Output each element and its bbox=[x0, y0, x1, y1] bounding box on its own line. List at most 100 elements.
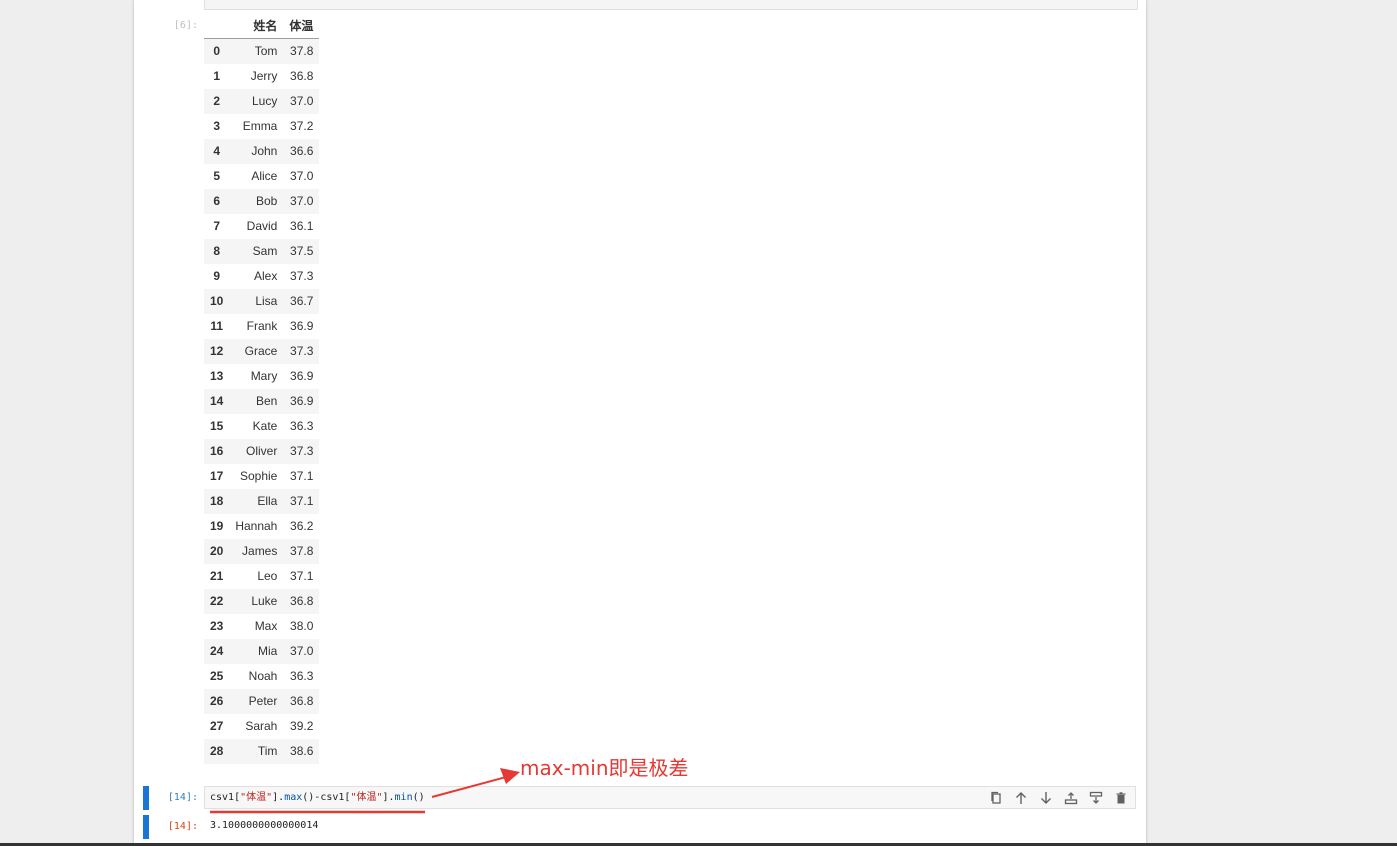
row-index: 23 bbox=[210, 619, 224, 633]
cell-name: Jerry bbox=[250, 69, 278, 83]
table-row: 21 Leo 37.1 bbox=[204, 564, 319, 589]
table-row: 25 Noah 36.3 bbox=[204, 664, 319, 689]
code-token: ]. bbox=[382, 792, 395, 803]
table-row: 9 Alex 37.3 bbox=[204, 264, 319, 289]
previous-code-input[interactable] bbox=[204, 0, 1138, 10]
annotation-label: max-min即是极差 bbox=[520, 756, 689, 780]
table-row: 3 Emma 37.2 bbox=[204, 114, 319, 139]
row-index: 22 bbox=[210, 594, 224, 608]
cell-name: John bbox=[251, 144, 278, 158]
row-index: 13 bbox=[210, 369, 224, 383]
cell-name: Lisa bbox=[255, 294, 278, 308]
table-row: 12 Grace 37.3 bbox=[204, 339, 320, 364]
table-row: 14 Ben 36.9 bbox=[204, 389, 320, 414]
move-down-icon bbox=[1040, 792, 1051, 804]
table-row: 24 Mia 37.0 bbox=[204, 639, 320, 664]
table-row: 1 Jerry 36.8 bbox=[204, 64, 319, 89]
code-token: ()-csv1[ bbox=[302, 792, 351, 803]
cell-temp: 37.3 bbox=[290, 444, 314, 458]
table-row: 4 John 36.6 bbox=[204, 139, 320, 164]
row-index: 7 bbox=[213, 219, 221, 233]
table-row: 7 David 36.1 bbox=[204, 214, 319, 239]
code-token: () bbox=[412, 792, 425, 803]
row-index: 26 bbox=[210, 694, 224, 708]
move-down-button[interactable] bbox=[1037, 790, 1054, 806]
code-method: min bbox=[394, 792, 413, 803]
output-prompt-6: [6]: bbox=[173, 20, 198, 31]
cell-name: Lucy bbox=[252, 94, 278, 108]
table-row: 11 Frank 36.9 bbox=[204, 314, 319, 339]
table-row: 8 Sam 37.5 bbox=[204, 239, 320, 264]
cell-temp: 36.2 bbox=[290, 519, 314, 533]
cell-temp: 37.0 bbox=[290, 194, 314, 208]
table-row: 22 Luke 36.8 bbox=[204, 589, 320, 614]
insert-below-icon bbox=[1089, 791, 1102, 804]
index-header bbox=[204, 15, 228, 39]
row-index: 20 bbox=[210, 544, 224, 558]
cell-name: Grace bbox=[244, 344, 278, 358]
cell-temp: 36.8 bbox=[290, 69, 314, 83]
table-header-row: 姓名 体温 bbox=[204, 15, 320, 39]
copy-cell-button[interactable] bbox=[987, 790, 1004, 806]
cell-temp: 39.2 bbox=[290, 719, 314, 733]
cell-temp: 38.0 bbox=[290, 619, 314, 633]
row-index: 18 bbox=[210, 494, 224, 508]
move-up-button[interactable] bbox=[1012, 790, 1029, 806]
delete-cell-button[interactable] bbox=[1112, 790, 1129, 806]
row-index: 3 bbox=[213, 119, 221, 133]
cell-name: Tim bbox=[257, 744, 278, 758]
insert-above-button[interactable] bbox=[1062, 790, 1079, 806]
code-editor[interactable]: csv1["体温"].max()-csv1["体温"].min() bbox=[204, 786, 1136, 809]
row-index: 1 bbox=[213, 69, 221, 83]
cell-temp: 37.1 bbox=[290, 494, 314, 508]
cell-name: Ella bbox=[257, 494, 278, 508]
cell-toolbar bbox=[987, 790, 1129, 806]
table-row: 0 Tom 37.8 bbox=[204, 38, 320, 64]
cell-temp: 36.7 bbox=[290, 294, 314, 308]
table-row: 27 Sarah 39.2 bbox=[204, 714, 319, 739]
output-value: 3.1000000000000014 bbox=[210, 820, 319, 831]
cell-temp: 36.3 bbox=[290, 669, 314, 683]
row-index: 24 bbox=[210, 644, 224, 658]
cell-name: Sophie bbox=[239, 469, 278, 483]
cell-temp: 37.0 bbox=[290, 644, 314, 658]
row-index: 15 bbox=[210, 419, 224, 433]
code-token: ]. bbox=[272, 792, 285, 803]
cell-name: Mary bbox=[250, 369, 278, 383]
row-index: 21 bbox=[210, 569, 224, 583]
table-row: 2 Lucy 37.0 bbox=[204, 89, 320, 114]
cell-name: Mia bbox=[258, 644, 278, 658]
cell-temp: 37.3 bbox=[290, 269, 314, 283]
cell-name: Sam bbox=[252, 244, 278, 258]
table-row: 20 James 37.8 bbox=[204, 539, 320, 564]
cell-temp: 37.0 bbox=[290, 94, 314, 108]
cell-name: Sarah bbox=[245, 719, 278, 733]
output-prompt-14: [14]: bbox=[167, 821, 198, 832]
table-row: 13 Mary 36.9 bbox=[204, 364, 319, 389]
table-row: 5 Alice 37.0 bbox=[204, 164, 319, 189]
cell-temp: 36.9 bbox=[290, 369, 314, 383]
cell-name: Emma bbox=[242, 119, 278, 133]
cell-temp: 37.1 bbox=[290, 569, 314, 583]
row-index: 28 bbox=[210, 744, 224, 758]
cell-temp: 36.9 bbox=[290, 319, 314, 333]
column-header-name: 姓名 bbox=[227, 15, 284, 39]
cell-temp: 37.1 bbox=[290, 469, 314, 483]
insert-below-button[interactable] bbox=[1087, 790, 1104, 806]
copy-icon bbox=[990, 791, 1001, 804]
cell-temp: 36.8 bbox=[290, 694, 314, 708]
table-row: 10 Lisa 36.7 bbox=[204, 289, 320, 314]
delete-icon bbox=[1116, 792, 1125, 804]
cell-name: Frank bbox=[246, 319, 278, 333]
cell-name: Tom bbox=[254, 44, 278, 58]
table-row: 18 Ella 37.1 bbox=[204, 489, 320, 514]
row-index: 27 bbox=[210, 719, 224, 733]
table-row: 19 Hannah 36.2 bbox=[204, 514, 319, 539]
row-index: 16 bbox=[210, 444, 224, 458]
cell-name: David bbox=[246, 219, 278, 233]
cell-temp: 36.3 bbox=[290, 419, 314, 433]
cell-name: Alice bbox=[251, 169, 278, 183]
cell-name: Ben bbox=[256, 394, 278, 408]
cell-name: James bbox=[242, 544, 278, 558]
cell-name: Max bbox=[254, 619, 278, 633]
